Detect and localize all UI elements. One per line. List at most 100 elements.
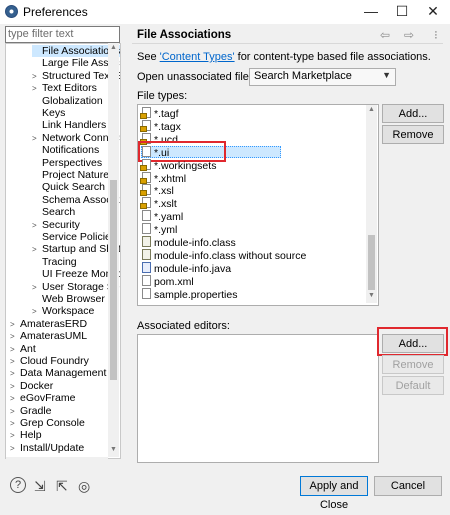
tree-item[interactable]: Web Browser bbox=[32, 293, 105, 305]
tree-hscrollbar[interactable] bbox=[6, 457, 108, 467]
tree-item[interactable]: Globalization bbox=[32, 95, 103, 107]
chevron-right-icon[interactable]: > bbox=[10, 393, 20, 405]
tree-item[interactable]: Project Natures bbox=[32, 169, 114, 181]
remove-file-type-button[interactable]: Remove bbox=[382, 125, 444, 144]
chevron-right-icon[interactable]: > bbox=[32, 282, 42, 294]
file-types-scrollbar-thumb[interactable] bbox=[368, 235, 375, 290]
chevron-right-icon[interactable]: > bbox=[10, 319, 20, 331]
tree-item[interactable]: > AmaterasUML bbox=[10, 330, 87, 342]
maximize-button[interactable]: ☐ bbox=[387, 0, 417, 24]
content-types-link[interactable]: 'Content Types' bbox=[160, 51, 235, 63]
chevron-right-icon[interactable]: > bbox=[32, 306, 42, 318]
tree-scroll-down-icon[interactable]: ▼ bbox=[110, 446, 117, 453]
tree-item[interactable]: Search bbox=[32, 206, 75, 218]
chevron-right-icon[interactable]: > bbox=[32, 83, 42, 95]
tree-item[interactable]: > Text Editors bbox=[32, 82, 97, 94]
tree-item[interactable]: > Install/Update bbox=[10, 442, 84, 454]
chevron-right-icon[interactable]: > bbox=[32, 71, 42, 83]
file-type-item[interactable]: *.xhtml bbox=[140, 171, 187, 185]
file-type-item[interactable]: *.yml bbox=[142, 223, 177, 236]
tree-scrollbar-thumb[interactable] bbox=[110, 180, 117, 380]
tree-item[interactable]: > Grep Console bbox=[10, 417, 85, 429]
tree-item[interactable]: > Cloud Foundry bbox=[10, 355, 89, 367]
open-unassociated-select[interactable]: Search Marketplace ▼ bbox=[249, 68, 396, 86]
chevron-right-icon[interactable]: > bbox=[32, 220, 42, 232]
tree-item-label: Workspace bbox=[42, 305, 95, 318]
file-type-item[interactable]: module-info.class bbox=[142, 236, 236, 249]
file-type-item[interactable]: pom.xml bbox=[142, 274, 194, 288]
cancel-button[interactable]: Cancel bbox=[374, 476, 442, 496]
chevron-right-icon[interactable]: > bbox=[10, 430, 20, 442]
file-type-item[interactable]: *.xsl bbox=[140, 184, 174, 197]
apply-and-close-button[interactable]: Apply and Close bbox=[300, 476, 368, 511]
settings-icon[interactable]: ◎ bbox=[78, 478, 90, 495]
tree-item[interactable]: > Help bbox=[10, 429, 42, 441]
chevron-right-icon[interactable]: > bbox=[10, 331, 20, 343]
chevron-right-icon[interactable]: > bbox=[10, 356, 20, 368]
chevron-right-icon[interactable]: > bbox=[10, 443, 20, 455]
tree-item[interactable]: Link Handlers bbox=[32, 119, 106, 131]
tree-scroll-up-icon[interactable]: ▲ bbox=[110, 44, 117, 51]
tree-item[interactable]: > eGovFrame bbox=[10, 392, 75, 404]
file-type-item[interactable]: module-info.java bbox=[142, 261, 231, 275]
minimize-button[interactable]: — bbox=[356, 0, 386, 24]
locked-file-icon bbox=[140, 158, 151, 171]
chevron-right-icon[interactable]: > bbox=[10, 381, 20, 393]
file-type-item[interactable]: sample.properties bbox=[142, 287, 237, 301]
list-scroll-down-icon[interactable]: ▼ bbox=[368, 292, 375, 299]
tree-item[interactable]: > AmaterasERD bbox=[10, 318, 87, 330]
import-icon[interactable]: ⇲ bbox=[34, 478, 46, 495]
export-icon[interactable]: ⇱ bbox=[56, 478, 68, 495]
tree-item-label: Notifications bbox=[42, 144, 100, 157]
file-icon bbox=[142, 287, 151, 299]
locked-file-icon bbox=[140, 119, 151, 132]
associated-editors-label: Associated editors: bbox=[137, 320, 230, 332]
tree-item[interactable]: Tracing bbox=[32, 256, 77, 268]
file-type-item[interactable]: *.workingsets bbox=[140, 158, 217, 172]
tree-item[interactable]: > Docker bbox=[10, 380, 53, 392]
file-type-item[interactable]: *.yaml bbox=[142, 210, 183, 223]
file-type-item[interactable]: *.tagx bbox=[140, 119, 181, 133]
help-icon[interactable]: ? bbox=[10, 477, 26, 493]
file-type-label: *.workingsets bbox=[154, 159, 217, 172]
file-type-label: *.xhtml bbox=[154, 172, 187, 185]
chevron-right-icon[interactable]: > bbox=[32, 133, 42, 145]
tree-item[interactable]: Quick Search bbox=[32, 181, 105, 193]
chevron-right-icon[interactable]: > bbox=[10, 418, 20, 430]
close-button[interactable]: ✕ bbox=[418, 0, 448, 24]
tree-item[interactable]: Service Policies bbox=[32, 231, 116, 243]
back-icon[interactable]: ⇦ bbox=[380, 28, 390, 42]
default-editor-button[interactable]: Default bbox=[382, 376, 444, 395]
tree-item-label: Perspectives bbox=[42, 156, 103, 169]
chevron-right-icon[interactable]: > bbox=[10, 368, 20, 380]
tree-item[interactable]: > Ant bbox=[10, 343, 36, 355]
file-type-label: module-info.class bbox=[154, 237, 236, 249]
chevron-right-icon[interactable]: > bbox=[10, 406, 20, 418]
chevron-down-icon: ▼ bbox=[382, 70, 391, 80]
view-menu-icon[interactable]: ⁝ bbox=[434, 28, 438, 42]
tree-item[interactable]: > Data Management bbox=[10, 367, 106, 379]
tree-item[interactable]: File Associations bbox=[32, 45, 120, 57]
tree-item[interactable]: Keys bbox=[32, 107, 65, 119]
forward-icon[interactable]: ⇨ bbox=[404, 28, 414, 42]
file-type-item[interactable]: *.tagf bbox=[140, 107, 179, 120]
chevron-right-icon[interactable]: > bbox=[32, 244, 42, 256]
list-scroll-up-icon[interactable]: ▲ bbox=[368, 106, 375, 113]
filter-input[interactable] bbox=[6, 27, 116, 41]
preference-tree[interactable]: File Associations Large File Associa > Stru… bbox=[5, 43, 121, 459]
associated-editors-list[interactable] bbox=[137, 334, 379, 463]
file-type-item[interactable]: *.xslt bbox=[140, 197, 177, 210]
tree-item[interactable]: > Workspace bbox=[32, 305, 94, 317]
file-types-list[interactable]: *.tagf *.tagx *.ucd *.ui *.workingsets *.xhtm… bbox=[137, 104, 379, 306]
header-divider bbox=[132, 43, 443, 44]
remove-editor-button[interactable]: Remove bbox=[382, 355, 444, 374]
tree-item[interactable]: Notifications bbox=[32, 144, 99, 156]
filter-field[interactable] bbox=[5, 26, 120, 43]
tree-item[interactable]: Perspectives bbox=[32, 157, 102, 169]
file-type-item[interactable]: module-info.class without source bbox=[142, 248, 306, 262]
chevron-right-icon[interactable]: > bbox=[10, 344, 20, 356]
file-type-label: *.yml bbox=[154, 224, 178, 237]
tree-item[interactable]: > Gradle bbox=[10, 405, 52, 417]
add-file-type-button[interactable]: Add... bbox=[382, 104, 444, 123]
tree-item[interactable]: > Security bbox=[32, 219, 80, 231]
